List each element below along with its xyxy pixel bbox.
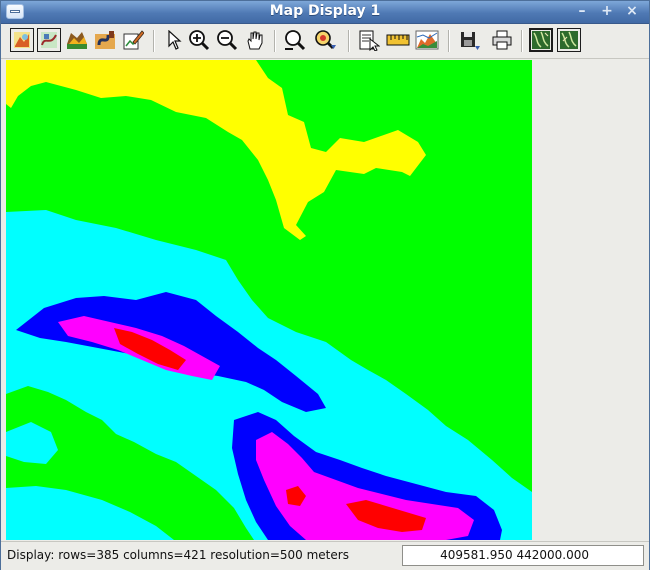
query-icon[interactable] [357, 28, 381, 52]
toolbar-separator [153, 30, 155, 52]
profile-icon[interactable] [415, 28, 439, 52]
toolbar [1, 24, 649, 59]
maximize-icon[interactable]: + [597, 3, 617, 20]
title-bar[interactable]: Map Display 1 – + × [1, 1, 649, 24]
minimize-icon[interactable]: – [572, 3, 592, 20]
add-raster-icon[interactable] [10, 28, 34, 52]
status-bar: Display: rows=385 columns=421 resolution… [1, 541, 649, 570]
measure-icon[interactable] [386, 28, 410, 52]
overlay-edit-icon[interactable] [121, 28, 145, 52]
2d-view-icon[interactable] [529, 28, 553, 52]
add-vector-icon[interactable] [37, 28, 61, 52]
toolbar-separator [348, 30, 350, 52]
coordinate-readout[interactable]: 409581.950 442000.000 [402, 545, 644, 566]
3d-view-icon[interactable] [557, 28, 581, 52]
elevation-raster [6, 60, 532, 540]
zoom-out-icon[interactable] [215, 28, 239, 52]
pan-icon[interactable] [243, 28, 267, 52]
add-layers-icon[interactable] [65, 28, 89, 52]
window-title: Map Display 1 [269, 3, 381, 19]
zoom-options-icon[interactable] [313, 28, 337, 52]
close-icon[interactable]: × [622, 3, 642, 20]
pointer-icon[interactable] [162, 28, 186, 52]
print-icon[interactable] [490, 28, 514, 52]
right-empty-panel [532, 60, 645, 540]
save-icon[interactable] [457, 28, 481, 52]
zoom-in-icon[interactable] [187, 28, 211, 52]
display-info-text: Display: rows=385 columns=421 resolution… [7, 548, 349, 562]
map-display-window: Map Display 1 – + × Display: rows=385 co… [0, 0, 650, 570]
map-canvas[interactable] [6, 60, 532, 540]
toolbar-separator [521, 30, 523, 52]
toolbar-separator [274, 30, 276, 52]
add-legend-icon[interactable] [93, 28, 117, 52]
toolbar-separator [448, 30, 450, 52]
zoom-back-icon[interactable] [283, 28, 307, 52]
